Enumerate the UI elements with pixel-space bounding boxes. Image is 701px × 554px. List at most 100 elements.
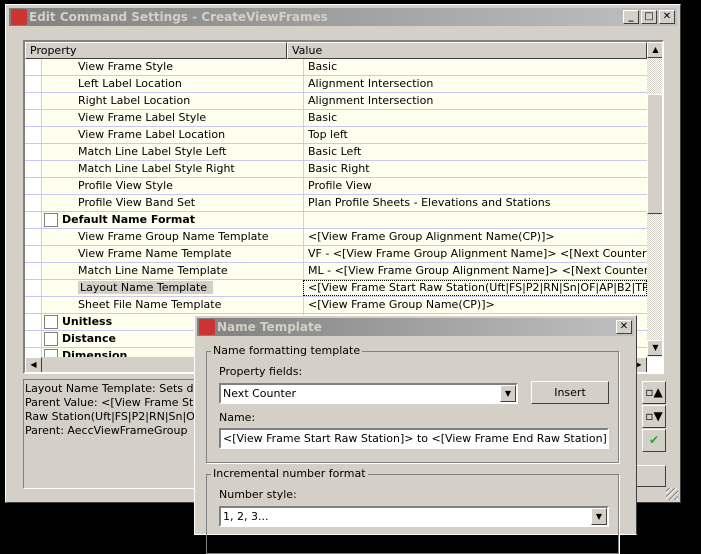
property-cell[interactable]: Match Line Name Template (41, 263, 303, 279)
property-cell[interactable]: View Frame Label Location (41, 127, 303, 143)
property-cell[interactable]: Profile View Band Set (41, 195, 303, 211)
name-input[interactable]: <[View Frame Start Raw Station]> to <[Vi… (219, 428, 609, 449)
minimize-button[interactable]: _ (623, 10, 639, 24)
table-row[interactable]: Sheet File Name Template <[View Frame Gro… (25, 297, 647, 314)
dialog-title-bar: Name Template ✕ (197, 318, 634, 336)
table-row[interactable]: View Frame Label Style Basic (25, 110, 647, 127)
scroll-left-button[interactable]: ◀ (25, 357, 42, 372)
category-row[interactable]: −Default Name Format (25, 212, 647, 229)
property-fields-dropdown[interactable]: Next Counter ▼ (219, 383, 518, 404)
grid-header: Property Value (25, 42, 647, 59)
value-cell[interactable]: ML - <[View Frame Group Alignment Name]>… (303, 263, 647, 279)
column-header-property[interactable]: Property (25, 42, 287, 59)
property-label: View Frame Name Template (78, 247, 232, 260)
value-cell[interactable]: Basic (303, 59, 647, 75)
app-icon (11, 9, 27, 25)
chevron-down-icon[interactable]: ▼ (500, 385, 516, 402)
table-row[interactable]: Match Line Label Style Left Basic Left (25, 144, 647, 161)
resize-grip[interactable] (666, 488, 678, 500)
table-row[interactable]: Layout Name Template <[View Frame Start R… (25, 280, 647, 297)
property-label: Profile View Band Set (78, 196, 196, 209)
value-cell[interactable]: Basic Right (303, 161, 647, 177)
value-cell[interactable]: Alignment Intersection (303, 76, 647, 92)
property-label: Match Line Label Style Right (78, 162, 235, 175)
property-cell[interactable]: Sheet File Name Template (41, 297, 303, 313)
category-icon (44, 213, 58, 227)
property-cell[interactable]: Layout Name Template (41, 280, 303, 296)
property-label: Match Line Name Template (78, 264, 228, 277)
move-down-icon: ▫▼ (645, 409, 663, 423)
property-label: Profile View Style (78, 179, 173, 192)
number-style-value: 1, 2, 3... (223, 510, 269, 523)
number-style-label: Number style: (219, 488, 297, 501)
value-cell[interactable]: Top left (303, 127, 647, 143)
property-label: Right Label Location (78, 94, 191, 107)
dialog-title: Name Template (217, 320, 322, 334)
value-cell[interactable]: Basic (303, 110, 647, 126)
apply-check-button[interactable]: ✔ (642, 429, 666, 452)
table-row[interactable]: View Frame Group Name Template <[View Fra… (25, 229, 647, 246)
insert-button[interactable]: Insert (531, 381, 609, 404)
scroll-thumb[interactable] (647, 94, 662, 214)
value-cell[interactable]: <[View Frame Start Raw Station(Uft|FS|P2… (303, 280, 647, 296)
property-label: Distance (62, 332, 116, 345)
chevron-down-icon[interactable]: ▼ (591, 508, 607, 525)
maximize-button[interactable]: □ (641, 10, 657, 24)
dialog-close-button[interactable]: ✕ (616, 320, 632, 334)
checkmark-icon: ✔ (648, 433, 660, 447)
value-cell[interactable] (303, 212, 647, 228)
property-fields-label: Property fields: (219, 365, 303, 378)
scroll-down-button[interactable]: ▼ (647, 340, 662, 356)
property-cell[interactable]: Left Label Location (41, 76, 303, 92)
vertical-scrollbar[interactable]: ▲ ▼ (647, 42, 662, 357)
property-label: Unitless (62, 315, 113, 328)
property-cell[interactable]: −Default Name Format (41, 212, 303, 228)
column-header-value[interactable]: Value (287, 42, 647, 59)
property-label: View Frame Group Name Template (78, 230, 269, 243)
property-cell[interactable]: Match Line Label Style Left (41, 144, 303, 160)
property-cell[interactable]: View Frame Name Template (41, 246, 303, 262)
number-style-dropdown[interactable]: 1, 2, 3... ▼ (219, 506, 609, 527)
property-cell[interactable]: View Frame Label Style (41, 110, 303, 126)
property-label: View Frame Label Style (78, 111, 207, 124)
table-row[interactable]: Right Label Location Alignment Intersecti… (25, 93, 647, 110)
property-cell[interactable]: Match Line Label Style Right (41, 161, 303, 177)
table-row[interactable]: Profile View Band Set Plan Profile Sheets… (25, 195, 647, 212)
value-cell[interactable]: Profile View (303, 178, 647, 194)
property-cell[interactable]: View Frame Style (41, 59, 303, 75)
property-fields-value: Next Counter (223, 387, 297, 400)
property-cell[interactable]: View Frame Group Name Template (41, 229, 303, 245)
table-row[interactable]: View Frame Label Location Top left (25, 127, 647, 144)
name-label: Name: (219, 411, 256, 424)
category-icon (44, 315, 58, 329)
value-cell[interactable]: Alignment Intersection (303, 93, 647, 109)
move-down-button[interactable]: ▫▼ (642, 405, 666, 428)
property-label: Left Label Location (78, 77, 182, 90)
close-button[interactable]: ✕ (659, 10, 675, 24)
table-row[interactable]: View Frame Name Template VF - <[View Fram… (25, 246, 647, 263)
title-bar: Edit Command Settings - CreateViewFrames… (9, 8, 677, 26)
table-row[interactable]: View Frame Style Basic (25, 59, 647, 76)
category-icon (44, 332, 58, 346)
table-row[interactable]: Profile View Style Profile View (25, 178, 647, 195)
property-label: View Frame Label Location (78, 128, 226, 141)
property-cell[interactable]: Profile View Style (41, 178, 303, 194)
value-cell[interactable]: VF - <[View Frame Group Alignment Name]>… (303, 246, 647, 262)
scroll-up-button[interactable]: ▲ (647, 42, 662, 58)
move-up-button[interactable]: ▫▲ (642, 381, 666, 404)
property-label: Default Name Format (62, 213, 196, 226)
value-cell[interactable]: Plan Profile Sheets - Elevations and Sta… (303, 195, 647, 211)
property-cell[interactable]: Right Label Location (41, 93, 303, 109)
app-icon (199, 319, 215, 335)
move-up-icon: ▫▲ (645, 385, 663, 399)
value-cell[interactable]: <[View Frame Group Name(CP)]> (303, 297, 647, 313)
property-label: Sheet File Name Template (78, 298, 222, 311)
value-cell[interactable]: <[View Frame Group Alignment Name(CP)]> (303, 229, 647, 245)
name-template-dialog: Name Template ✕ Name formatting template… (194, 315, 637, 554)
incremental-number-group: Incremental number format Number style: … (206, 467, 619, 554)
group-label: Name formatting template (211, 344, 363, 357)
value-cell[interactable]: Basic Left (303, 144, 647, 160)
table-row[interactable]: Match Line Label Style Right Basic Right (25, 161, 647, 178)
table-row[interactable]: Match Line Name Template ML - <[View Fram… (25, 263, 647, 280)
table-row[interactable]: Left Label Location Alignment Intersectio… (25, 76, 647, 93)
